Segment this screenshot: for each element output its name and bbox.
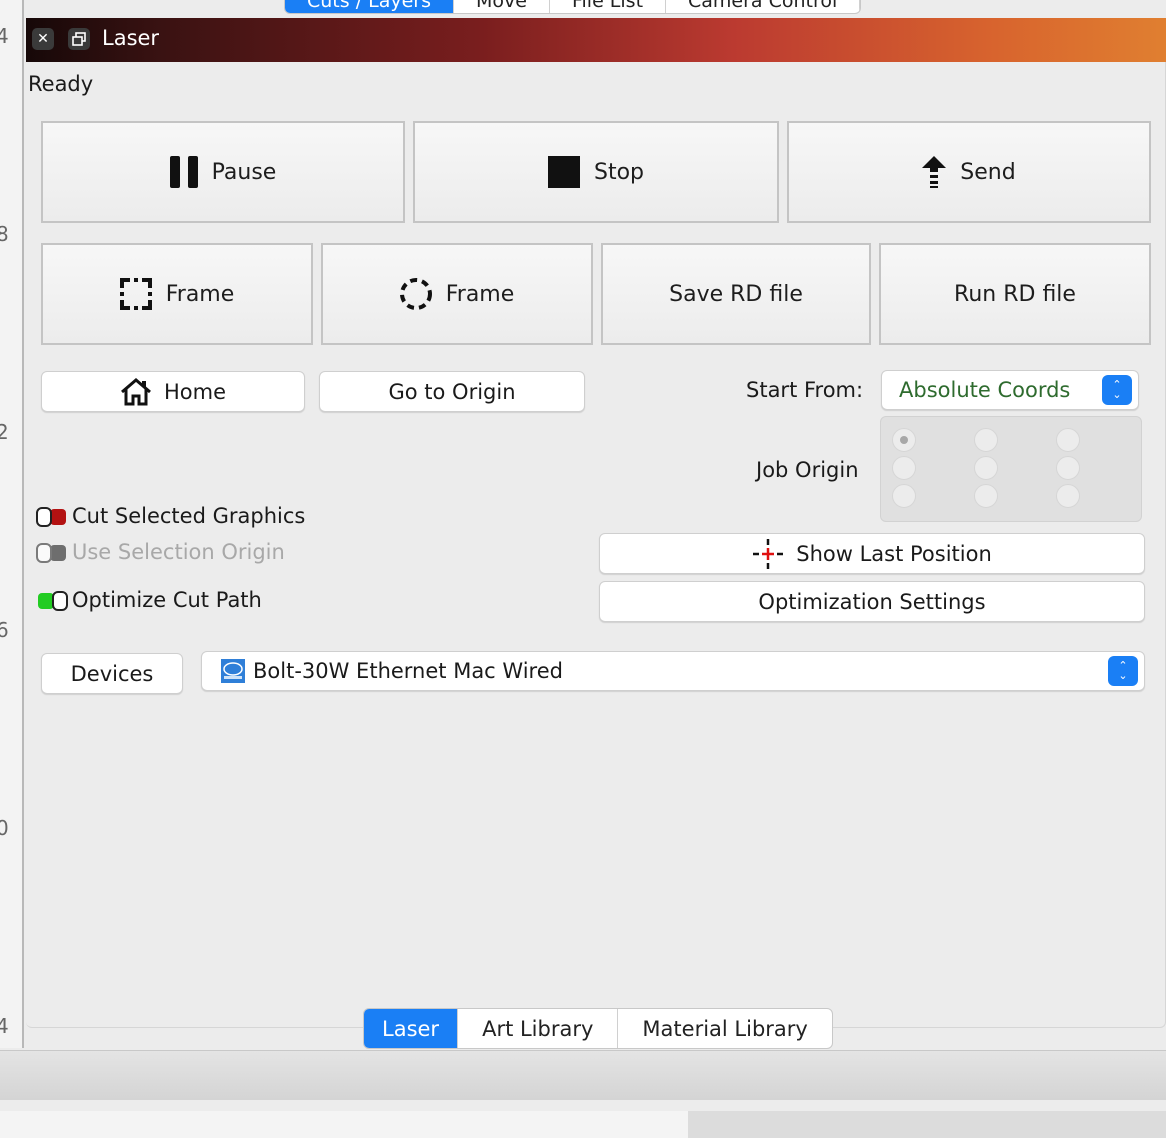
float-window-icon[interactable] xyxy=(68,28,90,50)
use-selection-origin-toggle[interactable] xyxy=(36,543,68,563)
job-origin-label: Job Origin xyxy=(756,458,859,482)
origin-bottom-center-radio[interactable] xyxy=(974,484,998,508)
tab-camera-control[interactable]: Camera Control xyxy=(666,0,861,13)
run-rd-file-label: Run RD file xyxy=(954,281,1076,307)
run-rd-file-button[interactable]: Run RD file xyxy=(879,243,1151,345)
horizontal-scrollbar[interactable] xyxy=(0,1050,1166,1100)
start-from-value: Absolute Coords xyxy=(899,378,1071,402)
origin-bottom-left-radio[interactable] xyxy=(892,484,916,508)
save-rd-file-label: Save RD file xyxy=(669,281,803,307)
cut-selected-graphics-toggle[interactable] xyxy=(36,507,68,527)
use-selection-origin-label: Use Selection Origin xyxy=(72,540,285,564)
optimize-cut-path-label: Optimize Cut Path xyxy=(72,588,262,612)
device-select[interactable]: Bolt-30W Ethernet Mac Wired ⌃ ⌄ xyxy=(201,651,1145,691)
ruler-tick: 6 xyxy=(0,618,9,642)
tab-cuts-layers[interactable]: Cuts / Layers xyxy=(285,0,455,13)
home-icon xyxy=(121,377,151,405)
devices-label: Devices xyxy=(70,661,154,686)
tab-laser[interactable]: Laser xyxy=(364,1009,459,1048)
devices-button[interactable]: Devices xyxy=(41,653,183,694)
tab-file-list[interactable]: File List xyxy=(550,0,667,13)
stop-icon xyxy=(547,156,580,188)
origin-center-radio[interactable] xyxy=(974,456,998,480)
optimize-cut-path-toggle[interactable] xyxy=(36,591,68,611)
ruler-tick: 8 xyxy=(0,222,9,246)
stop-button[interactable]: Stop xyxy=(413,121,779,223)
top-tab-bar: Cuts / Layers Move File List Camera Cont… xyxy=(284,0,862,14)
show-last-position-button[interactable]: Show Last Position xyxy=(599,533,1145,574)
ruler-tick: 4 xyxy=(0,1014,9,1038)
pause-label: Pause xyxy=(211,159,277,185)
home-button[interactable]: Home xyxy=(41,371,305,412)
origin-top-left-radio[interactable] xyxy=(892,428,916,452)
crosshair-icon xyxy=(753,538,784,569)
status-bar-right xyxy=(688,1111,1166,1138)
stop-label: Stop xyxy=(593,159,644,185)
send-label: Send xyxy=(960,159,1016,185)
pause-icon xyxy=(169,156,198,188)
origin-top-right-radio[interactable] xyxy=(1056,428,1080,452)
status-text: Ready xyxy=(28,72,94,96)
origin-middle-right-radio[interactable] xyxy=(1056,456,1080,480)
go-to-origin-button[interactable]: Go to Origin xyxy=(319,371,585,412)
ruler-tick: 4 xyxy=(0,24,9,48)
frame-rectangle-button[interactable]: Frame xyxy=(41,243,313,345)
vertical-ruler: 4 8 2 6 0 4 xyxy=(0,0,24,1048)
show-last-position-label: Show Last Position xyxy=(796,541,992,566)
optimization-settings-button[interactable]: Optimization Settings xyxy=(599,581,1145,622)
window-title: Laser xyxy=(102,26,160,50)
start-from-select[interactable]: Absolute Coords ⌃ ⌄ xyxy=(881,370,1139,410)
close-icon[interactable]: ✕ xyxy=(32,28,54,50)
select-stepper-icon: ⌃ ⌄ xyxy=(1108,656,1138,686)
send-button[interactable]: Send xyxy=(787,121,1151,223)
upload-arrow-icon xyxy=(922,156,947,188)
home-label: Home xyxy=(163,379,226,404)
select-stepper-icon: ⌃ ⌄ xyxy=(1102,375,1132,405)
cut-selected-graphics-label: Cut Selected Graphics xyxy=(72,504,306,528)
job-origin-grid xyxy=(880,416,1142,522)
save-rd-file-button[interactable]: Save RD file xyxy=(601,243,871,345)
optimization-settings-label: Optimization Settings xyxy=(758,589,986,614)
tab-art-library[interactable]: Art Library xyxy=(458,1009,619,1048)
frame-circle-icon xyxy=(399,278,432,310)
rd-controller-icon xyxy=(221,659,245,683)
device-select-value: Bolt-30W Ethernet Mac Wired xyxy=(253,659,563,683)
start-from-label: Start From: xyxy=(746,378,864,402)
frame-rectangle-icon xyxy=(119,278,152,310)
tab-material-library[interactable]: Material Library xyxy=(618,1009,831,1048)
bottom-tab-bar: Laser Art Library Material Library xyxy=(363,1008,833,1049)
ruler-tick: 2 xyxy=(0,420,9,444)
origin-middle-left-radio[interactable] xyxy=(892,456,916,480)
tab-move[interactable]: Move xyxy=(454,0,550,13)
go-to-origin-label: Go to Origin xyxy=(388,379,516,404)
frame-rectangle-label: Frame xyxy=(165,281,235,307)
origin-bottom-right-radio[interactable] xyxy=(1056,484,1080,508)
frame-circle-label: Frame xyxy=(445,281,515,307)
origin-top-center-radio[interactable] xyxy=(974,428,998,452)
status-bar-left xyxy=(0,1111,688,1138)
pause-button[interactable]: Pause xyxy=(41,121,405,223)
window-title-bar[interactable]: ✕ Laser xyxy=(26,18,1166,62)
frame-circle-button[interactable]: Frame xyxy=(321,243,593,345)
ruler-tick: 0 xyxy=(0,816,9,840)
